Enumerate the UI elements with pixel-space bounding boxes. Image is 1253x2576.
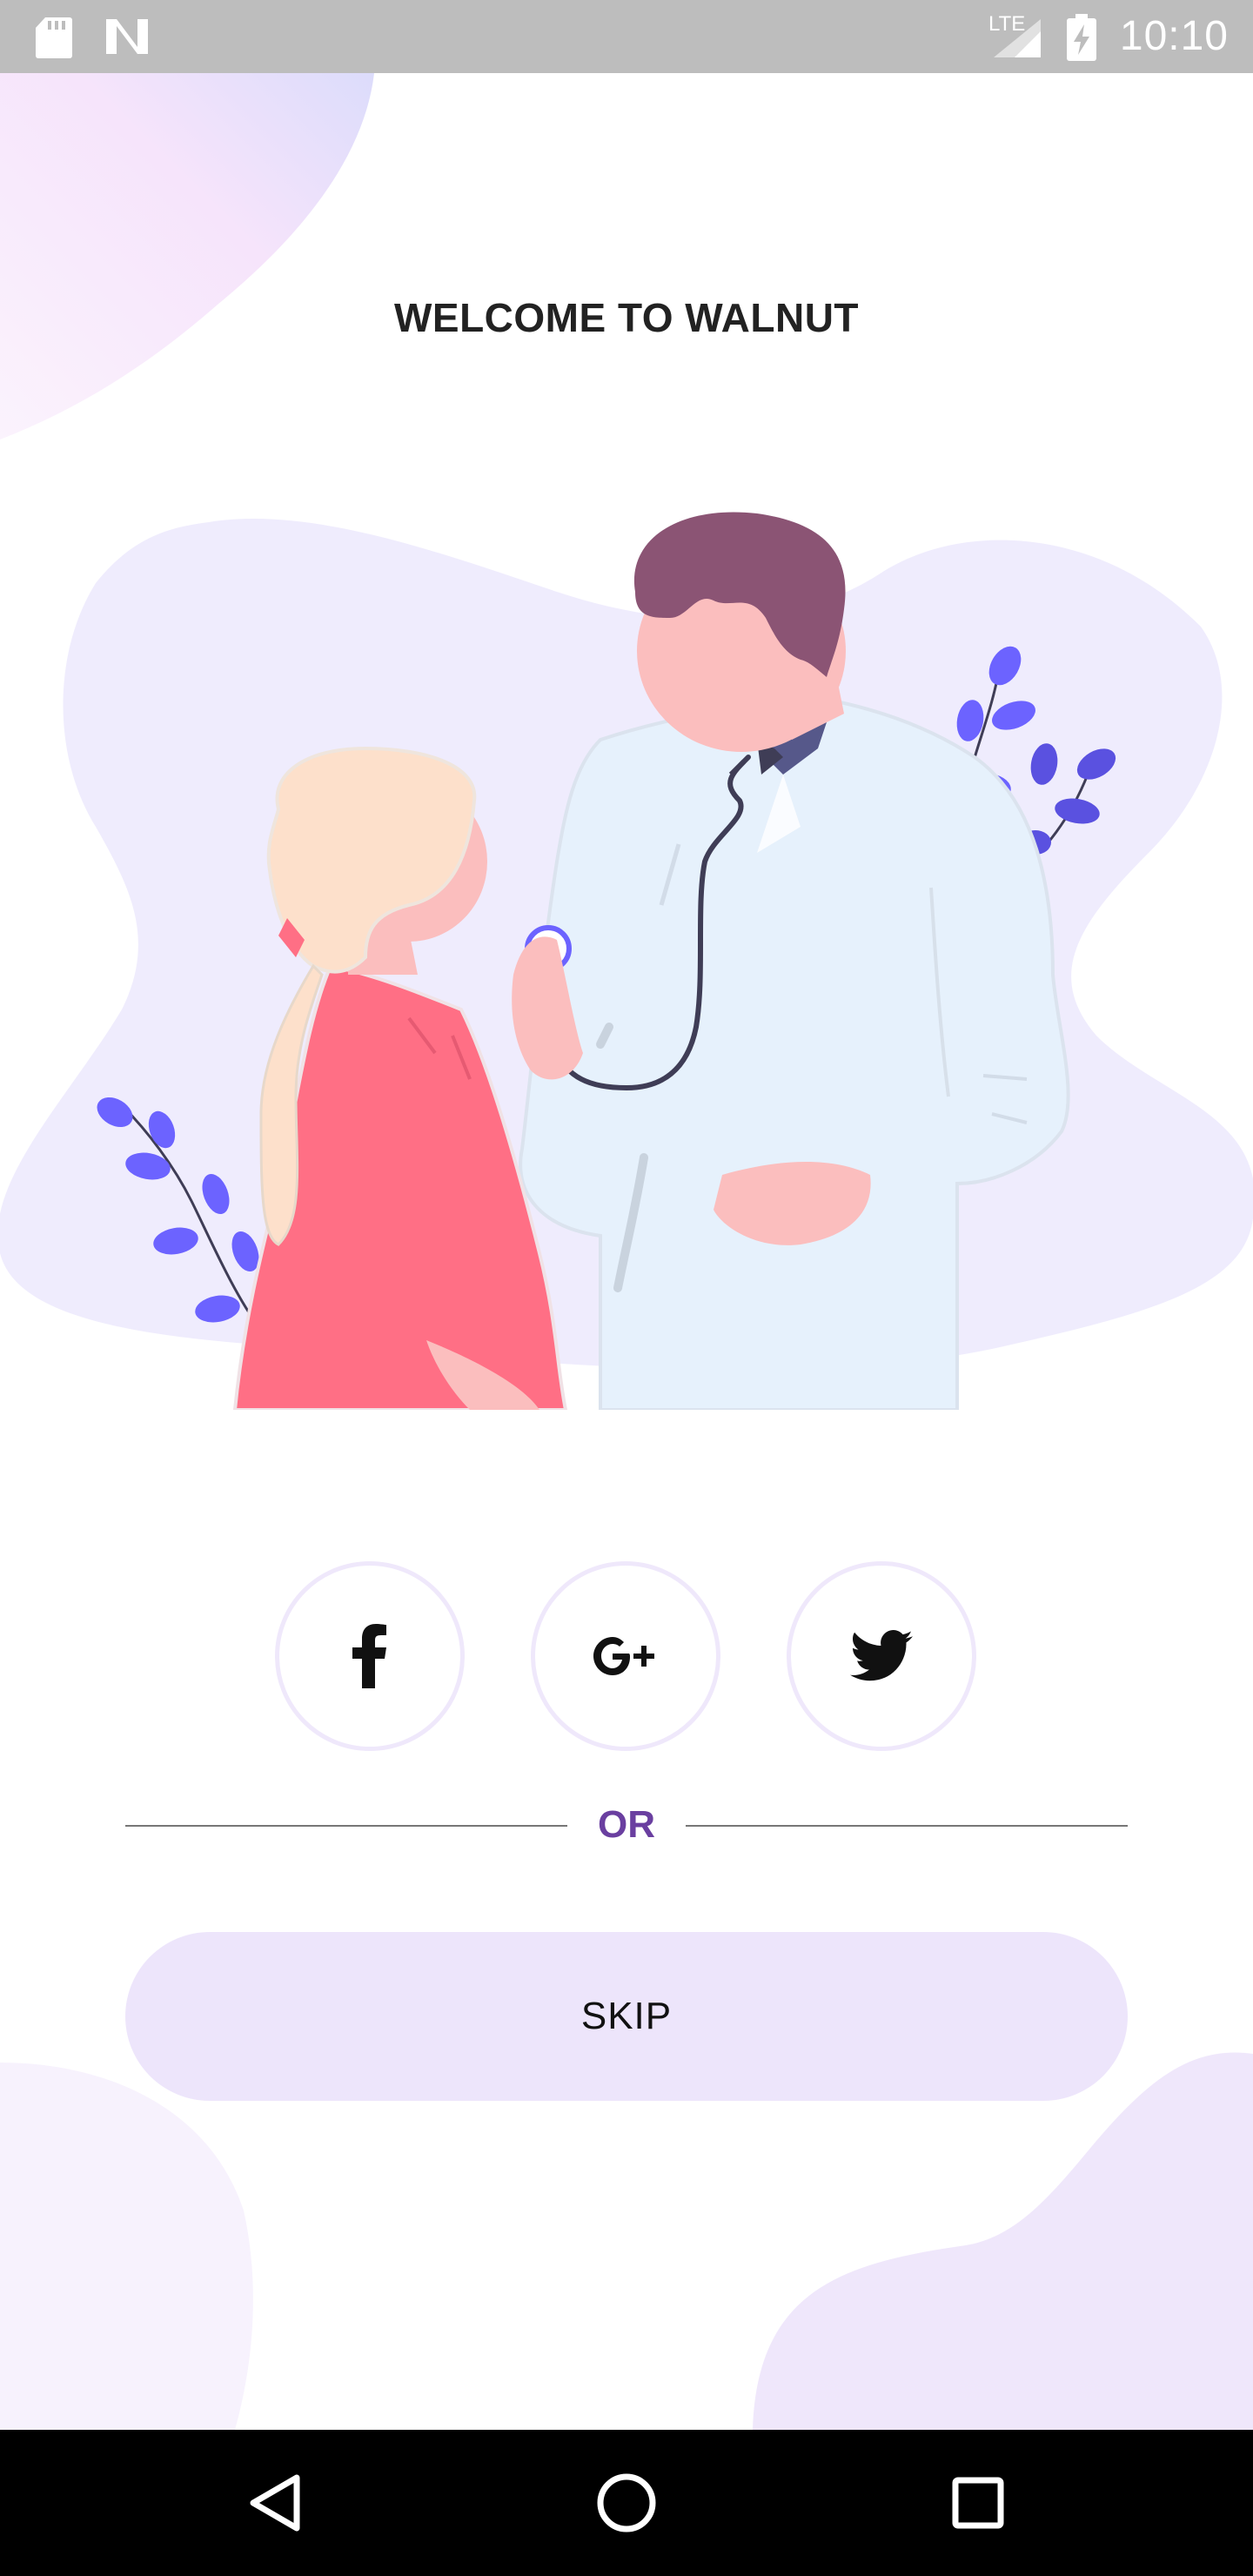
battery-charging-icon — [1067, 14, 1096, 61]
skip-button-label: SKIP — [580, 1995, 673, 2037]
divider-line-left — [125, 1825, 567, 1827]
google-plus-login-button[interactable] — [531, 1561, 720, 1751]
facebook-login-button[interactable] — [275, 1561, 465, 1751]
welcome-title: WELCOME TO WALNUT — [393, 295, 860, 340]
divider-line-right — [686, 1825, 1128, 1827]
facebook-icon — [352, 1624, 386, 1688]
nav-recents-button[interactable] — [935, 2459, 1022, 2546]
recents-icon — [952, 2477, 1004, 2529]
skip-button[interactable]: SKIP — [125, 1932, 1128, 2101]
google-plus-icon — [593, 1637, 654, 1675]
sd-card-icon — [36, 17, 72, 58]
system-navigation-bar — [0, 2430, 1253, 2576]
nav-back-button[interactable] — [231, 2459, 318, 2546]
notification-n-icon — [106, 19, 148, 54]
signal-icon — [994, 19, 1041, 57]
nav-home-button[interactable] — [583, 2459, 670, 2546]
status-bar: LTE 10:10 — [0, 0, 1253, 73]
status-clock: 10:10 — [1119, 13, 1229, 59]
twitter-login-button[interactable] — [787, 1561, 976, 1751]
back-icon — [250, 2474, 300, 2532]
doctor-patient-illustration — [0, 512, 1253, 1410]
twitter-icon — [850, 1630, 913, 1681]
home-icon — [597, 2473, 656, 2532]
